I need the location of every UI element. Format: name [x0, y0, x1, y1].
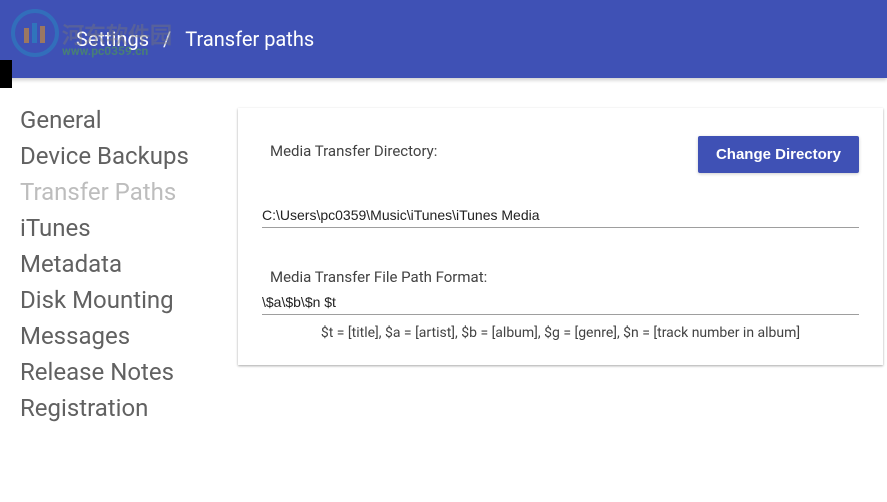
transfer-paths-card: Media Transfer Directory: Change Directo…	[238, 108, 883, 365]
directory-row: Media Transfer Directory: Change Directo…	[262, 136, 859, 173]
sidebar-item-registration[interactable]: Registration	[20, 390, 230, 426]
format-input[interactable]	[262, 288, 859, 315]
directory-input[interactable]	[262, 201, 859, 228]
sidebar-item-device-backups[interactable]: Device Backups	[20, 138, 230, 174]
sidebar-item-general[interactable]: General	[20, 102, 230, 138]
format-label: Media Transfer File Path Format:	[262, 262, 859, 286]
breadcrumb-separator: /	[163, 27, 171, 51]
directory-label: Media Transfer Directory:	[262, 136, 437, 160]
settings-sidebar: General Device Backups Transfer Paths iT…	[20, 102, 230, 426]
sidebar-item-release-notes[interactable]: Release Notes	[20, 354, 230, 390]
sidebar-item-itunes[interactable]: iTunes	[20, 210, 230, 246]
sidebar-item-messages[interactable]: Messages	[20, 318, 230, 354]
sidebar-item-transfer-paths[interactable]: Transfer Paths	[20, 174, 230, 210]
breadcrumb-root[interactable]: Settings	[76, 27, 149, 51]
app-header: Settings / Transfer paths	[0, 0, 887, 78]
change-directory-button[interactable]: Change Directory	[698, 136, 859, 173]
breadcrumb: Settings / Transfer paths	[76, 27, 314, 51]
left-edge-marker	[0, 60, 12, 88]
breadcrumb-current: Transfer paths	[185, 27, 314, 51]
sidebar-item-disk-mounting[interactable]: Disk Mounting	[20, 282, 230, 318]
sidebar-item-metadata[interactable]: Metadata	[20, 246, 230, 282]
format-helper-text: $t = [title], $a = [artist], $b = [album…	[262, 325, 859, 341]
format-section: Media Transfer File Path Format: $t = [t…	[262, 262, 859, 341]
